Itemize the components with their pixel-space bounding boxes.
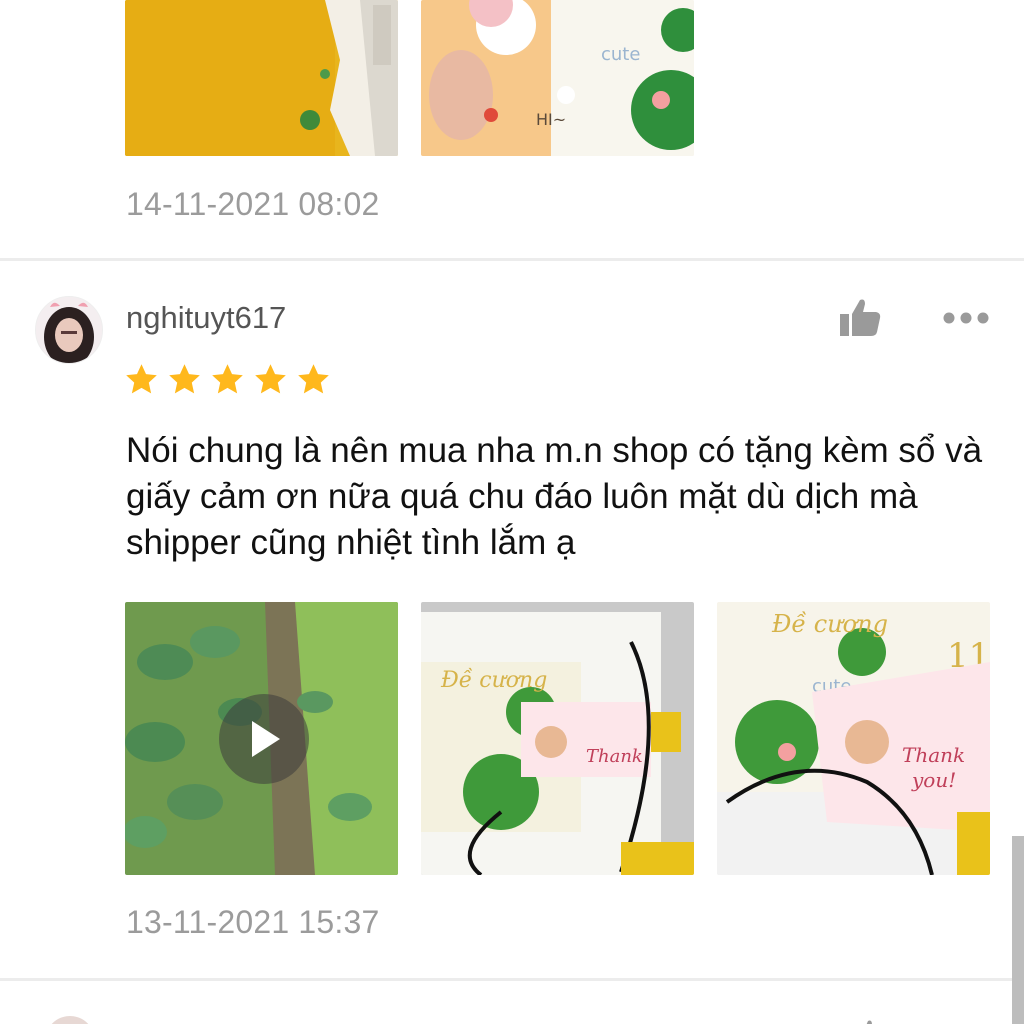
star-icon bbox=[255, 364, 286, 394]
review-photo[interactable]: Thank Đề cương bbox=[421, 602, 694, 875]
photo-yellow-paper bbox=[125, 0, 398, 156]
reviewer-username[interactable]: nghituyt617 bbox=[126, 300, 286, 336]
more-options-button[interactable] bbox=[940, 302, 992, 334]
star-icon bbox=[298, 364, 329, 394]
review-photo[interactable]: cute HI~ bbox=[421, 0, 694, 156]
review-text: Nói chung là nên mua nha m.n shop có tặn… bbox=[126, 431, 983, 562]
review-photo[interactable] bbox=[125, 0, 398, 156]
review-video[interactable] bbox=[125, 602, 398, 875]
svg-text:Đề cương: Đề cương bbox=[440, 667, 547, 693]
review-divider bbox=[0, 978, 1024, 981]
review-divider bbox=[0, 258, 1024, 261]
svg-text:you!: you! bbox=[911, 768, 956, 792]
review-photo[interactable]: cute Đề cương 11 Thank you! bbox=[717, 602, 990, 875]
avatar[interactable] bbox=[35, 296, 103, 364]
photo-notebook-cute: cute HI~ bbox=[421, 0, 694, 156]
previous-review-photos: cute HI~ bbox=[125, 0, 694, 156]
like-button[interactable] bbox=[848, 1015, 878, 1024]
avatar[interactable] bbox=[45, 1016, 95, 1024]
svg-text:HI~: HI~ bbox=[536, 110, 566, 129]
review-timestamp: 14-11-2021 08:02 bbox=[126, 186, 380, 222]
svg-text:Thank: Thank bbox=[902, 743, 965, 767]
thumbs-up-icon bbox=[866, 1020, 872, 1024]
play-icon bbox=[252, 721, 280, 757]
thumbs-up-icon bbox=[840, 299, 881, 336]
photo-notebook-thankyou-card-closeup: cute Đề cương 11 Thank you! bbox=[717, 602, 990, 875]
svg-text:cute: cute bbox=[601, 44, 640, 65]
review-list: cute HI~ 14-11-2021 08:02 nghituyt617 Nó… bbox=[0, 0, 1024, 1024]
previous-review: cute HI~ 14-11-2021 08:02 bbox=[0, 0, 1024, 258]
play-button[interactable] bbox=[219, 694, 309, 784]
star-icon bbox=[169, 364, 200, 394]
svg-text:Đề cương: Đề cương bbox=[771, 610, 888, 638]
svg-text:Thank: Thank bbox=[586, 746, 643, 767]
star-rating bbox=[124, 362, 331, 397]
scrollbar[interactable] bbox=[1012, 836, 1024, 1024]
photo-notebook-thankyou-card: Thank Đề cương bbox=[421, 602, 694, 875]
more-dots-icon bbox=[943, 312, 989, 324]
like-button[interactable] bbox=[836, 294, 884, 342]
star-icon bbox=[212, 364, 243, 394]
avatar-image bbox=[36, 297, 102, 363]
review-timestamp: 13-11-2021 15:37 bbox=[126, 904, 380, 940]
star-icon bbox=[126, 364, 157, 394]
review-media: Thank Đề cương cute Đề cương 11 Thank yo… bbox=[125, 602, 990, 875]
